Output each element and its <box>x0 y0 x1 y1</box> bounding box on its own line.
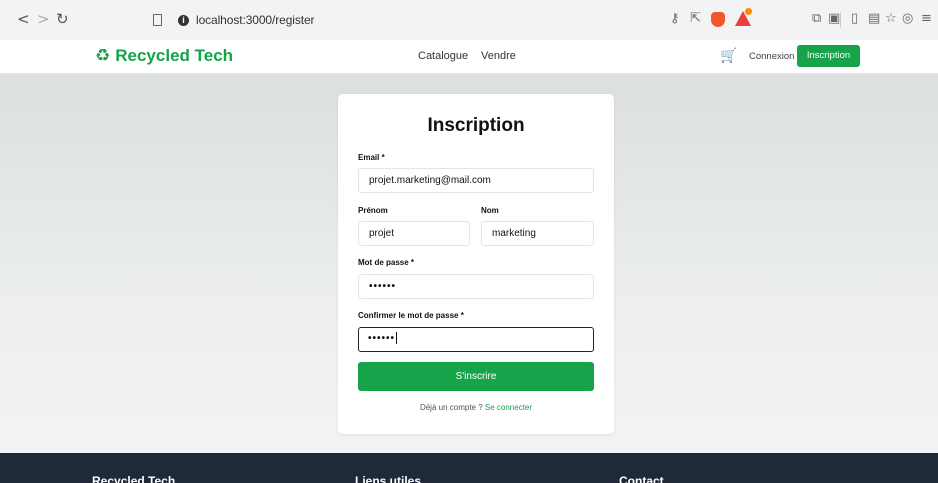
bookmark-icon[interactable] <box>153 14 162 26</box>
site-footer: Recycled Tech Liens utiles Contact <box>0 453 938 483</box>
footer-contact-heading: Contact <box>619 474 664 483</box>
forward-icon[interactable]: > <box>37 10 50 28</box>
register-form-card: Inscription Email * projet.marketing@mai… <box>338 94 614 434</box>
recycle-icon: ♻ <box>95 46 111 66</box>
login-prompt-link[interactable]: Se connecter <box>485 403 532 412</box>
sidebar-icon[interactable]: ▯ <box>851 10 858 28</box>
extensions-icon[interactable]: ⧉ <box>812 10 821 28</box>
brand-logo[interactable]: ♻ Recycled Tech <box>95 46 233 66</box>
form-title: Inscription <box>427 115 525 136</box>
notification-badge <box>745 8 752 15</box>
login-link[interactable]: Connexion <box>749 50 794 63</box>
site-header: ♻ Recycled Tech Catalogue Vendre 🛒 Conne… <box>0 40 938 74</box>
toolbar-divider <box>840 12 841 28</box>
lastname-input[interactable]: marketing <box>481 221 594 246</box>
reload-icon[interactable]: ↻ <box>56 10 69 28</box>
text-caret <box>396 332 398 345</box>
browser-toolbar-row: < > ↻ i localhost:3000/register ⚷ ⇱ ⧉ ▣ … <box>0 7 938 33</box>
site-info-icon[interactable]: i <box>178 15 189 26</box>
email-label: Email * <box>358 153 385 162</box>
confirm-password-input[interactable]: •••••• <box>358 327 594 352</box>
nav-vendre[interactable]: Vendre <box>481 49 516 63</box>
email-input[interactable]: projet.marketing@mail.com <box>358 168 594 193</box>
signup-button[interactable]: Inscription <box>797 45 860 67</box>
vpn-icon[interactable]: ◎ <box>902 10 913 28</box>
password-input[interactable]: •••••• <box>358 274 594 299</box>
login-prompt: Déjà un compte ? Se connecter <box>338 402 614 414</box>
confirm-password-label: Confirmer le mot de passe * <box>358 311 464 320</box>
firstname-input[interactable]: projet <box>358 221 470 246</box>
bookmarks-icon[interactable]: ☆ <box>885 10 897 28</box>
cart-icon[interactable]: 🛒 <box>720 47 737 65</box>
footer-links-heading: Liens utiles <box>355 474 422 483</box>
login-prompt-text: Déjà un compte ? <box>419 403 483 412</box>
browser-toolbar: < > ↻ i localhost:3000/register ⚷ ⇱ ⧉ ▣ … <box>0 0 938 40</box>
back-icon[interactable]: < <box>17 10 30 28</box>
address-bar[interactable]: localhost:3000/register <box>196 11 315 29</box>
key-icon[interactable]: ⚷ <box>670 10 680 28</box>
share-icon[interactable]: ⇱ <box>690 10 701 28</box>
confirm-password-value: •••••• <box>368 333 396 344</box>
nav-catalogue[interactable]: Catalogue <box>418 49 468 63</box>
brand-name: Recycled Tech <box>115 46 234 65</box>
firstname-label: Prénom <box>358 206 388 215</box>
footer-brand-heading: Recycled Tech <box>92 474 176 483</box>
page-content: Inscription Email * projet.marketing@mai… <box>0 74 938 453</box>
wallet-icon[interactable]: ▤ <box>868 10 880 28</box>
password-label: Mot de passe * <box>358 258 415 267</box>
screenshot-icon[interactable]: ▣ <box>828 10 840 28</box>
submit-button[interactable]: S'inscrire <box>358 362 594 391</box>
brave-shields-icon[interactable] <box>711 12 725 27</box>
menu-icon[interactable]: ≡ <box>921 10 932 28</box>
lastname-label: Nom <box>481 206 499 215</box>
